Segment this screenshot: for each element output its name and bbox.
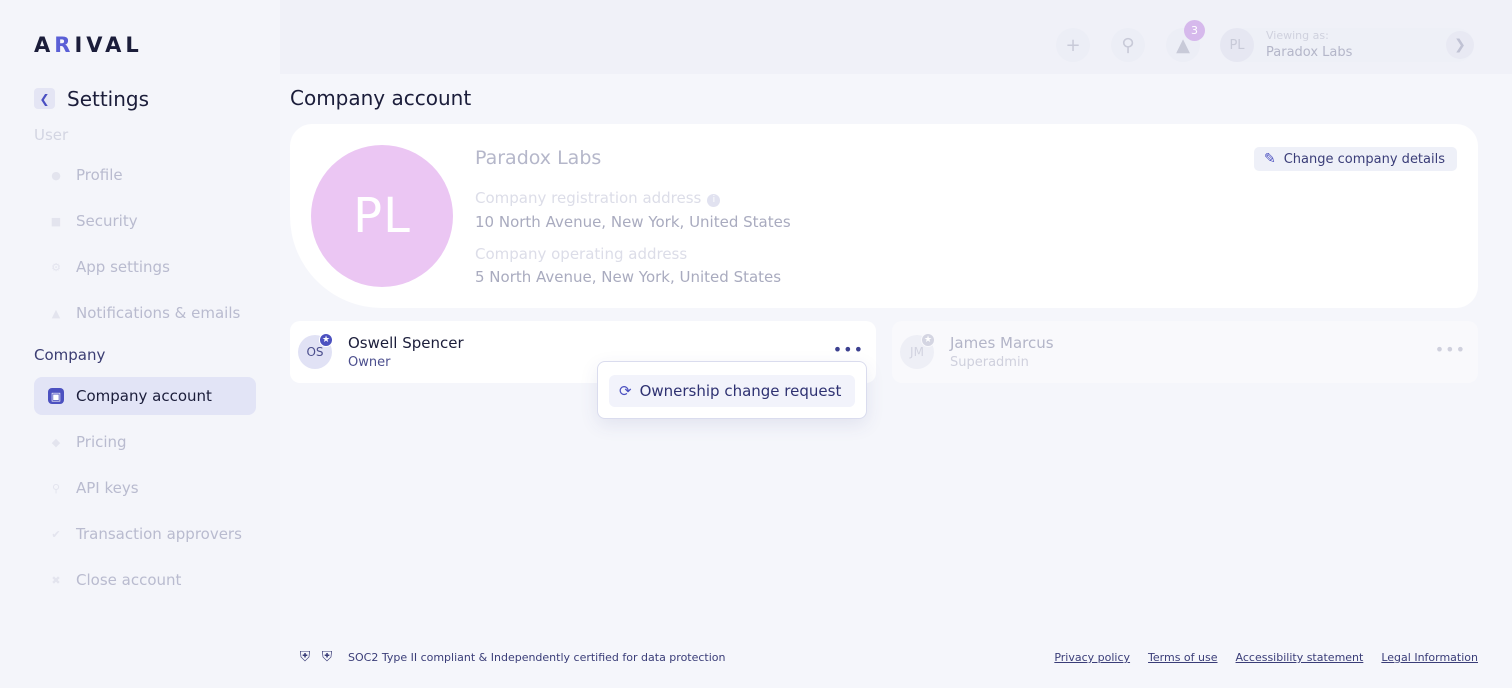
sidebar-item-profile[interactable]: ● Profile [34, 156, 256, 194]
sidebar-item-label: Notifications & emails [76, 304, 241, 322]
sidebar-item-notifications[interactable]: ▲ Notifications & emails [34, 294, 256, 332]
briefcase-icon: ▣ [48, 388, 64, 404]
section-label-company: Company [34, 346, 106, 364]
info-icon[interactable]: i [707, 194, 721, 207]
key-icon: ⚲ [51, 481, 61, 495]
member-card: JM ★ James Marcus Superadmin ••• [892, 321, 1478, 383]
sidebar-item-label: Close account [76, 571, 182, 589]
sidebar-item-transaction-approvers[interactable]: ✔ Transaction approvers [34, 515, 256, 553]
shield-icon: ⛨ [321, 649, 333, 665]
search-icon: ⚲ [1121, 34, 1135, 56]
star-icon: ★ [921, 333, 935, 347]
viewing-as-label: Viewing as: [1266, 29, 1329, 42]
accessibility-statement-link[interactable]: Accessibility statement [1236, 651, 1364, 664]
close-circle-icon: ✖ [51, 573, 61, 587]
registration-address-value: 10 North Avenue, New York, United States [475, 213, 791, 231]
registration-address-label: Company registration address i [475, 189, 721, 207]
add-button[interactable]: + [1056, 28, 1090, 62]
member-name: Oswell Spencer [348, 334, 464, 352]
more-options-icon[interactable]: ••• [1435, 342, 1466, 358]
section-label-user: User [34, 126, 69, 144]
sidebar-item-security[interactable]: ■ Security [34, 202, 256, 240]
sidebar-item-app-settings[interactable]: ⚙ App settings [34, 248, 256, 286]
chevron-right-icon[interactable]: ❯ [1446, 31, 1474, 59]
sidebar-item-pricing[interactable]: ◆ Pricing [34, 423, 256, 461]
settings-title: Settings [67, 87, 150, 111]
change-company-details-button[interactable]: ✎ Change company details [1254, 147, 1457, 171]
sidebar-item-label: Pricing [76, 433, 127, 451]
sidebar-item-label: API keys [76, 479, 139, 497]
gear-icon: ⚙ [51, 260, 61, 274]
page-title: Company account [290, 86, 472, 110]
top-bar: + ⚲ ▲ 3 PL Viewing as: Paradox Labs ❯ [280, 0, 1512, 74]
sidebar: ARIVAL ❮ Settings User ● Profile ■ Secur… [0, 0, 280, 688]
company-card: PL Paradox Labs Company registration add… [290, 124, 1478, 308]
legal-information-link[interactable]: Legal Information [1381, 651, 1478, 664]
operating-address-label: Company operating address [475, 245, 688, 263]
privacy-policy-link[interactable]: Privacy policy [1054, 651, 1130, 664]
member-options-dropdown: ⟳ Ownership change request [597, 361, 867, 419]
more-options-icon[interactable]: ••• [833, 342, 864, 358]
pencil-icon: ✎ [1264, 151, 1276, 167]
ownership-change-request-item[interactable]: ⟳ Ownership change request [609, 375, 855, 407]
plus-icon: + [1065, 34, 1081, 56]
viewing-as-switcher[interactable]: PL Viewing as: Paradox Labs ❯ [1220, 28, 1474, 62]
bell-icon: ▲ [51, 306, 61, 320]
company-avatar: PL [311, 145, 453, 287]
member-role: Owner [348, 355, 391, 370]
person-icon: ● [51, 168, 61, 182]
shield-icon: ⛨ [299, 649, 311, 665]
search-button[interactable]: ⚲ [1111, 28, 1145, 62]
compliance-badges: ⛨ ⛨ [297, 648, 335, 666]
arival-logo[interactable]: ARIVAL [34, 33, 143, 57]
compliance-text: SOC2 Type II compliant & Independently c… [348, 651, 726, 664]
chevron-left-icon[interactable]: ❮ [34, 88, 55, 109]
sidebar-item-label: Profile [76, 166, 123, 184]
terms-of-use-link[interactable]: Terms of use [1148, 651, 1217, 664]
lock-icon: ■ [50, 214, 62, 228]
notification-count-badge: 3 [1184, 20, 1205, 41]
avatar: PL [1220, 28, 1254, 62]
sidebar-item-api-keys[interactable]: ⚲ API keys [34, 469, 256, 507]
ownership-change-request-label: Ownership change request [639, 382, 842, 400]
member-role: Superadmin [950, 355, 1029, 370]
member-name: James Marcus [950, 334, 1054, 352]
refresh-icon: ⟳ [619, 382, 632, 400]
sidebar-item-close-account[interactable]: ✖ Close account [34, 561, 256, 599]
sidebar-item-label: Transaction approvers [76, 525, 242, 543]
sidebar-item-label: Security [76, 212, 138, 230]
change-company-details-label: Change company details [1283, 151, 1445, 167]
star-icon: ★ [319, 333, 333, 347]
company-name: Paradox Labs [475, 147, 602, 169]
footer-links: Privacy policy Terms of use Accessibilit… [1054, 651, 1478, 664]
sidebar-item-label: Company account [76, 387, 212, 405]
badge-check-icon: ✔ [51, 527, 61, 541]
viewing-as-value: Paradox Labs [1266, 45, 1353, 60]
sidebar-item-label: App settings [76, 258, 170, 276]
sidebar-item-company-account[interactable]: ▣ Company account [34, 377, 256, 415]
operating-address-value: 5 North Avenue, New York, United States [475, 268, 782, 286]
tag-icon: ◆ [51, 435, 61, 449]
